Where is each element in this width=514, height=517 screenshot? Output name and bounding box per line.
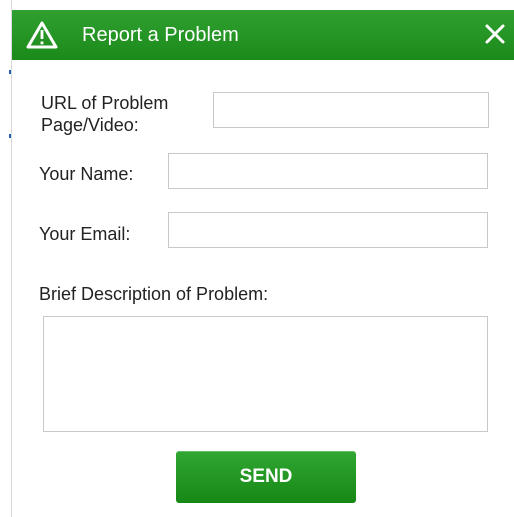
page: Report a Problem URL of Problem Page/Vid… [0,0,514,517]
email-input[interactable] [168,212,488,248]
dialog-title: Report a Problem [82,24,239,46]
edge-marker [9,134,11,138]
background-edge [0,0,12,517]
url-input[interactable] [213,92,489,128]
email-label: Your Email: [39,224,131,244]
send-button[interactable]: SEND [176,451,356,503]
url-label: URL of Problem Page/Video: [41,93,169,135]
name-input[interactable] [168,153,488,189]
report-problem-dialog: Report a Problem URL of Problem Page/Vid… [12,10,514,517]
dialog-titlebar: Report a Problem [12,10,514,60]
warning-icon [26,21,58,49]
name-label: Your Name: [39,164,134,184]
description-textarea[interactable] [43,316,488,432]
close-icon[interactable] [482,21,508,47]
edge-marker [9,70,11,74]
description-label: Brief Description of Problem: [39,284,269,304]
